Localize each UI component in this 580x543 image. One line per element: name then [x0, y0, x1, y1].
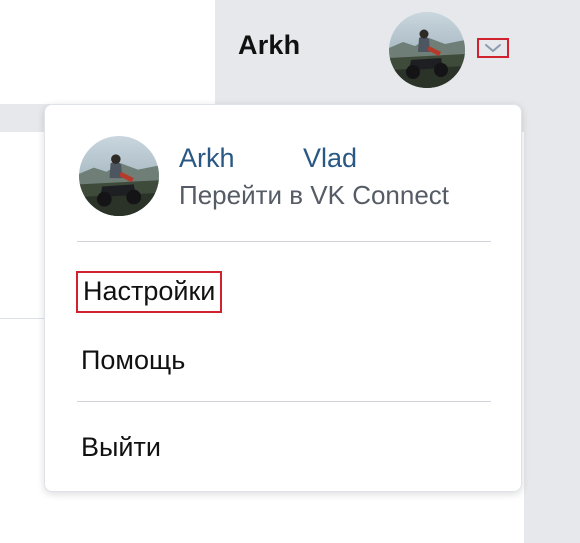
account-dropdown-menu: Arkh Vlad Перейти в VK Connect Настройки… — [44, 104, 522, 492]
menu-item-settings[interactable]: Настройки — [76, 271, 223, 313]
user-avatar-icon — [79, 136, 159, 216]
page-background-right — [524, 104, 580, 543]
vk-connect-link[interactable]: Перейти в VK Connect — [179, 180, 449, 211]
menu-item-logout[interactable]: Выйти — [81, 432, 161, 463]
header-user-name[interactable]: Arkh — [238, 30, 300, 61]
profile-last-name[interactable]: Vlad — [303, 143, 357, 174]
account-menu-toggle[interactable] — [477, 38, 509, 58]
profile-avatar[interactable] — [79, 136, 159, 216]
menu-divider — [77, 241, 491, 242]
chevron-down-icon — [485, 44, 501, 52]
profile-first-name[interactable]: Arkh — [179, 143, 235, 174]
menu-divider — [77, 401, 491, 402]
menu-item-help[interactable]: Помощь — [81, 345, 185, 376]
user-avatar-icon — [389, 12, 465, 88]
header-avatar[interactable] — [389, 12, 465, 88]
page-content-area — [0, 0, 215, 96]
